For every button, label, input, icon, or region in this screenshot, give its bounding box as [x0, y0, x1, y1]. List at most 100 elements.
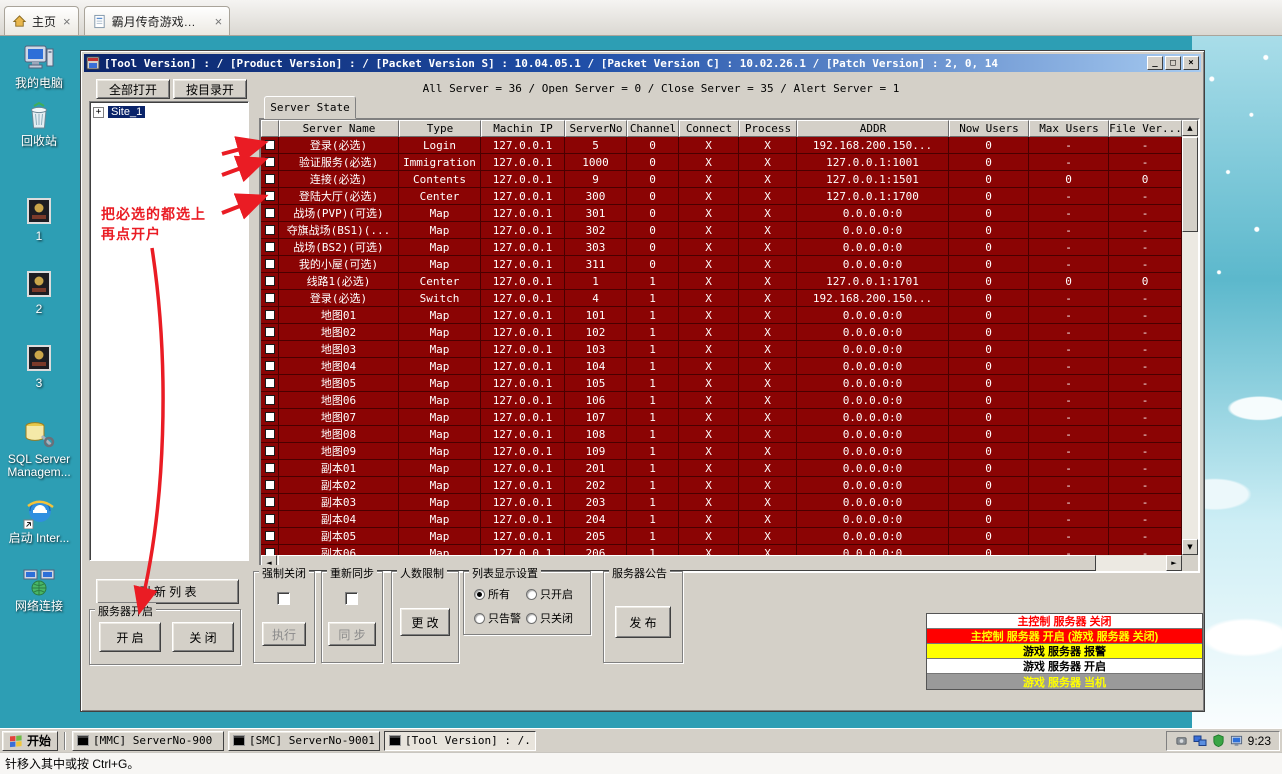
table-header-checkbox-cell[interactable] — [261, 120, 279, 137]
browser-tab-shop[interactable]: 霸月传奇游戏精品店-梦... × — [84, 6, 231, 35]
row-checkbox[interactable] — [265, 174, 275, 184]
row-checkbox[interactable] — [265, 344, 275, 354]
scroll-down-icon[interactable]: ▼ — [1182, 539, 1198, 555]
table-header-cell[interactable]: Connect — [679, 120, 739, 137]
table-row[interactable]: 夺旗战场(BS1)(...Map127.0.0.13020XX0.0.0.0:0… — [261, 222, 1182, 239]
table-header-cell[interactable]: Channel — [627, 120, 679, 137]
table-row[interactable]: 地图02Map127.0.0.11021XX0.0.0.0:00-- — [261, 324, 1182, 341]
window-title-bar[interactable]: [Tool Version] : / [Product Version] : /… — [84, 54, 1201, 72]
table-row[interactable]: 登陆大厅(必选)Center127.0.0.13000XX127.0.0.1:1… — [261, 188, 1182, 205]
row-checkbox[interactable] — [265, 140, 275, 150]
desktop-icon-recycle-bin[interactable]: 回收站 — [4, 100, 74, 148]
start-button[interactable]: 开始 — [2, 731, 58, 751]
user-limit-change-button[interactable]: 更 改 — [400, 608, 450, 636]
taskbar-item[interactable]: [SMC] ServerNo-9001 — [228, 731, 380, 751]
table-row[interactable]: 地图09Map127.0.0.11091XX0.0.0.0:00-- — [261, 443, 1182, 460]
close-button[interactable]: × — [1183, 56, 1199, 70]
desktop-icon-game-1[interactable]: 1 — [4, 195, 74, 243]
table-row[interactable]: 地图05Map127.0.0.11051XX0.0.0.0:00-- — [261, 375, 1182, 392]
tray-clock[interactable]: 9:23 — [1248, 734, 1271, 748]
table-row[interactable]: 地图06Map127.0.0.11061XX0.0.0.0:00-- — [261, 392, 1182, 409]
table-header-cell[interactable]: Process — [739, 120, 797, 137]
table-row[interactable]: 副本03Map127.0.0.12031XX0.0.0.0:00-- — [261, 494, 1182, 511]
row-checkbox[interactable] — [265, 191, 275, 201]
table-row[interactable]: 线路1(必选)Center127.0.0.111XX127.0.0.1:1701… — [261, 273, 1182, 290]
taskbar-item[interactable]: [Tool Version] : /... — [384, 731, 536, 751]
table-row[interactable]: 副本01Map127.0.0.12011XX0.0.0.0:00-- — [261, 460, 1182, 477]
table-header-cell[interactable]: ServerNo — [565, 120, 627, 137]
row-checkbox[interactable] — [265, 293, 275, 303]
row-checkbox[interactable] — [265, 327, 275, 337]
refresh-list-button[interactable]: 刷 新 列 表 — [96, 579, 239, 604]
resync-button[interactable]: 同 步 — [328, 622, 376, 646]
vertical-scrollbar[interactable]: ▲ ▼ — [1182, 120, 1198, 555]
table-header-cell[interactable]: Now Users — [949, 120, 1029, 137]
tab-server-state[interactable]: Server State — [264, 96, 356, 119]
table-row[interactable]: 登录(必选)Switch127.0.0.141XX192.168.200.150… — [261, 290, 1182, 307]
resync-checkbox[interactable] — [345, 592, 358, 605]
row-checkbox[interactable] — [265, 497, 275, 507]
table-row[interactable]: 连接(必选)Contents127.0.0.190XX127.0.0.1:150… — [261, 171, 1182, 188]
scroll-up-icon[interactable]: ▲ — [1182, 120, 1198, 136]
open-by-directory-button[interactable]: 按目录开 — [173, 79, 247, 99]
row-checkbox[interactable] — [265, 514, 275, 524]
close-icon[interactable]: × — [63, 15, 71, 28]
row-checkbox[interactable] — [265, 310, 275, 320]
display-filter-option[interactable]: 只关闭 — [526, 610, 573, 626]
expand-icon[interactable]: + — [93, 107, 104, 118]
display-filter-option[interactable]: 只开启 — [526, 586, 573, 602]
table-header-cell[interactable]: Server Name — [279, 120, 399, 137]
row-checkbox[interactable] — [265, 378, 275, 388]
close-icon[interactable]: × — [215, 15, 223, 28]
row-checkbox[interactable] — [265, 208, 275, 218]
table-header-cell[interactable]: Max Users — [1029, 120, 1109, 137]
force-close-execute-button[interactable]: 执行 — [262, 622, 306, 646]
table-header-cell[interactable]: File Ver... — [1109, 120, 1182, 137]
scroll-right-icon[interactable]: ► — [1166, 555, 1182, 571]
tray-icon-device[interactable] — [1175, 734, 1188, 747]
table-row[interactable]: 副本06Map127.0.0.12061XX0.0.0.0:00-- — [261, 545, 1182, 555]
table-row[interactable]: 我的小屋(可选)Map127.0.0.13110XX0.0.0.0:00-- — [261, 256, 1182, 273]
desktop-icon-internet[interactable]: 启动 Inter... — [4, 497, 74, 545]
taskbar-item[interactable]: [MMC] ServerNo-900 — [72, 731, 224, 751]
tray-shield-icon[interactable] — [1212, 734, 1225, 747]
table-row[interactable]: 副本04Map127.0.0.12041XX0.0.0.0:00-- — [261, 511, 1182, 528]
table-row[interactable]: 地图04Map127.0.0.11041XX0.0.0.0:00-- — [261, 358, 1182, 375]
tree-node-site1[interactable]: + Site_1 — [93, 106, 245, 118]
table-row[interactable]: 战场(BS2)(可选)Map127.0.0.13030XX0.0.0.0:00-… — [261, 239, 1182, 256]
force-close-checkbox[interactable] — [277, 592, 290, 605]
desktop-icon-game-3[interactable]: 3 — [4, 342, 74, 390]
announce-publish-button[interactable]: 发 布 — [615, 606, 671, 638]
row-checkbox[interactable] — [265, 463, 275, 473]
row-checkbox[interactable] — [265, 395, 275, 405]
table-row[interactable]: 副本02Map127.0.0.12021XX0.0.0.0:00-- — [261, 477, 1182, 494]
open-all-button[interactable]: 全部打开 — [96, 79, 170, 99]
row-checkbox[interactable] — [265, 548, 275, 555]
tray-display-icon[interactable] — [1230, 734, 1243, 747]
row-checkbox[interactable] — [265, 242, 275, 252]
row-checkbox[interactable] — [265, 361, 275, 371]
table-header-cell[interactable]: Machin IP — [481, 120, 565, 137]
row-checkbox[interactable] — [265, 276, 275, 286]
display-filter-option[interactable]: 所有 — [474, 586, 510, 602]
row-checkbox[interactable] — [265, 480, 275, 490]
row-checkbox[interactable] — [265, 259, 275, 269]
maximize-button[interactable]: □ — [1165, 56, 1181, 70]
row-checkbox[interactable] — [265, 157, 275, 167]
table-row[interactable]: 地图01Map127.0.0.11011XX0.0.0.0:00-- — [261, 307, 1182, 324]
row-checkbox[interactable] — [265, 531, 275, 541]
table-row[interactable]: 战场(PVP)(可选)Map127.0.0.13010XX0.0.0.0:00-… — [261, 205, 1182, 222]
row-checkbox[interactable] — [265, 412, 275, 422]
minimize-button[interactable]: _ — [1147, 56, 1163, 70]
desktop-icon-game-2[interactable]: 2 — [4, 268, 74, 316]
row-checkbox[interactable] — [265, 446, 275, 456]
table-header-cell[interactable]: Type — [399, 120, 481, 137]
row-checkbox[interactable] — [265, 429, 275, 439]
close-server-button[interactable]: 关 闭 — [172, 622, 234, 652]
vertical-scroll-thumb[interactable] — [1182, 137, 1198, 232]
table-row[interactable]: 副本05Map127.0.0.12051XX0.0.0.0:00-- — [261, 528, 1182, 545]
table-row[interactable]: 验证服务(必选)Immigration127.0.0.110000XX127.0… — [261, 154, 1182, 171]
display-filter-option[interactable]: 只告警 — [474, 610, 521, 626]
desktop-icon-sql-server[interactable]: SQL Server Managem... — [4, 418, 74, 479]
desktop-icon-network[interactable]: 网络连接 — [4, 565, 74, 613]
